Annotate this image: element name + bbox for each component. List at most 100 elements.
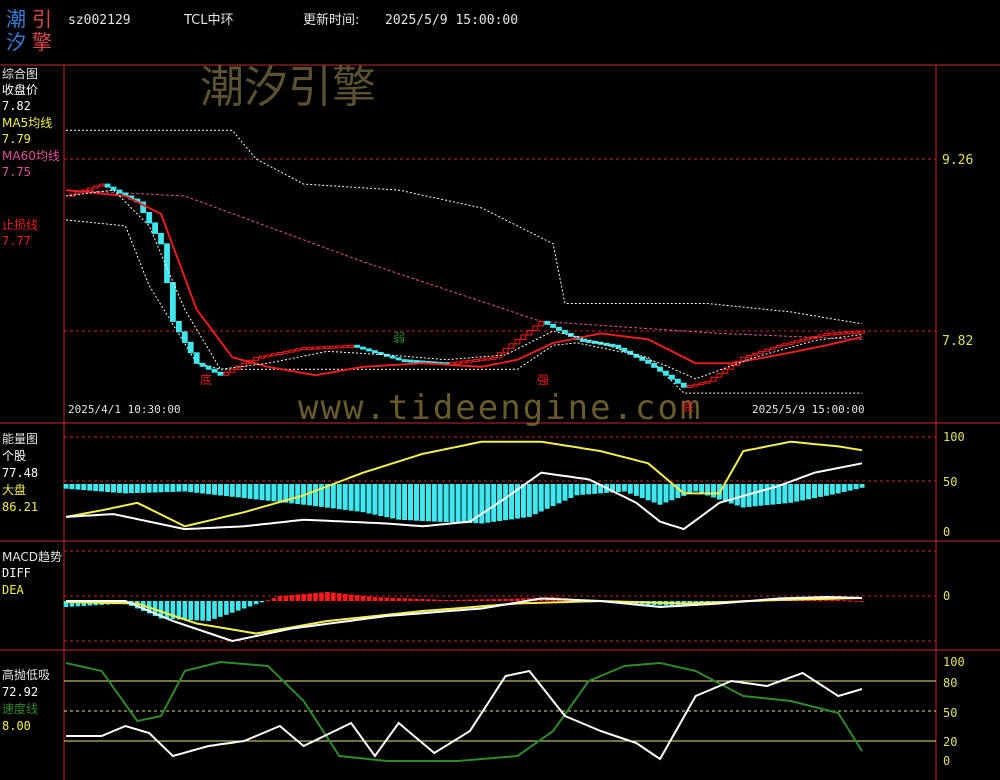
macd-bar-55 <box>390 597 395 602</box>
candle-68 <box>467 359 473 363</box>
candle-51 <box>366 348 372 352</box>
energy-bar-56 <box>396 484 402 520</box>
update-label: 更新时间: <box>303 12 359 28</box>
macd-bar-54 <box>384 597 390 601</box>
energy-bar-94 <box>621 484 627 492</box>
candle-110 <box>716 372 723 378</box>
energy-bar-116 <box>752 484 758 507</box>
main-legend-close-label: 收盘价 <box>2 82 38 97</box>
energy-bar-127 <box>817 484 823 497</box>
candle-133 <box>853 330 860 334</box>
macd-bar-43 <box>319 592 324 601</box>
candle-50 <box>360 346 366 350</box>
kdj-axis-80: 80 <box>943 676 957 690</box>
macd-bar-58 <box>408 598 413 601</box>
candle-108 <box>704 380 711 384</box>
candle-37 <box>282 350 289 354</box>
macd-bar-42 <box>313 593 318 601</box>
macd-bar-35 <box>271 598 277 601</box>
main-date-start: 2025/4/1 10:30:00 <box>68 403 181 416</box>
candle-27 <box>223 371 230 376</box>
candle-70 <box>478 358 485 362</box>
energy-bar-20 <box>182 484 188 492</box>
main-legend-ma60-label: MA60均线 <box>2 149 60 163</box>
energy-bar-27 <box>223 484 229 497</box>
energy-bar-107 <box>699 484 705 494</box>
energy-bar-9 <box>117 484 122 493</box>
candle-119 <box>770 346 776 350</box>
candle-93 <box>615 344 622 349</box>
macd-bar-36 <box>277 596 283 601</box>
candle-38 <box>288 349 295 353</box>
candle-117 <box>758 350 764 354</box>
energy-bar-89 <box>592 484 598 494</box>
energy-bar-24 <box>206 484 212 495</box>
macd-bar-41 <box>307 593 312 601</box>
candle-83 <box>556 326 562 331</box>
candle-111 <box>722 368 729 374</box>
energy-bar-18 <box>170 484 176 492</box>
macd-panel-title: MACD趋势 <box>2 550 62 564</box>
energy-bar-51 <box>366 484 372 514</box>
candle-121 <box>781 343 788 347</box>
macd-bar-75 <box>509 598 514 602</box>
candle-14 <box>146 212 153 224</box>
macd-bar-44 <box>325 592 330 601</box>
energy-bar-133 <box>853 484 859 490</box>
macd-legend-diff: DIFF <box>2 566 31 580</box>
energy-bar-4 <box>87 484 93 491</box>
ma5-line <box>65 189 863 380</box>
main-legend-close-value: 7.82 <box>2 99 31 113</box>
macd-bar-64 <box>443 600 449 601</box>
candle-19 <box>176 320 182 333</box>
energy-bar-49 <box>354 484 360 512</box>
candle-84 <box>562 329 568 334</box>
candle-48 <box>348 344 355 348</box>
energy-panel: 能量图 个股 77.48 大盘 86.21 100 50 0 <box>2 430 965 539</box>
energy-bar-58 <box>408 484 413 521</box>
candle-49 <box>354 344 361 348</box>
energy-bar-82 <box>550 484 556 507</box>
energy-bar-25 <box>212 484 217 495</box>
energy-bar-45 <box>330 484 336 509</box>
energy-bar-101 <box>663 484 669 503</box>
candle-6 <box>98 183 105 187</box>
energy-bar-12 <box>134 484 140 493</box>
energy-bar-121 <box>782 484 788 504</box>
candle-44 <box>324 346 331 349</box>
candle-17 <box>164 243 170 284</box>
candle-123 <box>793 340 800 344</box>
energy-bar-26 <box>217 484 223 496</box>
macd-bar-70 <box>479 599 485 601</box>
energy-bar-61 <box>425 484 431 522</box>
energy-bar-68 <box>467 484 473 523</box>
candle-92 <box>609 343 616 347</box>
energy-axis-50: 50 <box>943 475 957 489</box>
energy-bar-66 <box>455 484 461 523</box>
candle-5 <box>92 185 99 189</box>
main-legend-stop-label: 止损线 <box>2 218 38 232</box>
main-plot <box>65 129 865 394</box>
candle-125 <box>805 337 812 341</box>
candle-103 <box>675 378 681 384</box>
macd-bar-45 <box>331 592 336 601</box>
candle-23 <box>199 362 206 367</box>
energy-bars <box>63 484 865 524</box>
main-axis-label-high: 9.26 <box>942 153 973 168</box>
macd-bar-23 <box>200 601 205 621</box>
energy-bar-128 <box>823 484 829 496</box>
candle-100 <box>657 366 663 372</box>
macd-plot <box>63 592 865 643</box>
macd-bar-69 <box>473 599 479 601</box>
macd-bar-25 <box>212 601 217 619</box>
macd-bar-51 <box>366 596 372 601</box>
candle-24 <box>205 365 212 370</box>
stop-line <box>65 189 863 377</box>
energy-bar-28 <box>229 484 235 497</box>
energy-bar-52 <box>372 484 378 515</box>
energy-bar-84 <box>562 484 568 501</box>
candle-26 <box>217 371 224 376</box>
candle-58 <box>407 359 414 363</box>
macd-bar-133 <box>853 600 859 602</box>
url-watermark: www.tideengine.com <box>298 388 702 428</box>
